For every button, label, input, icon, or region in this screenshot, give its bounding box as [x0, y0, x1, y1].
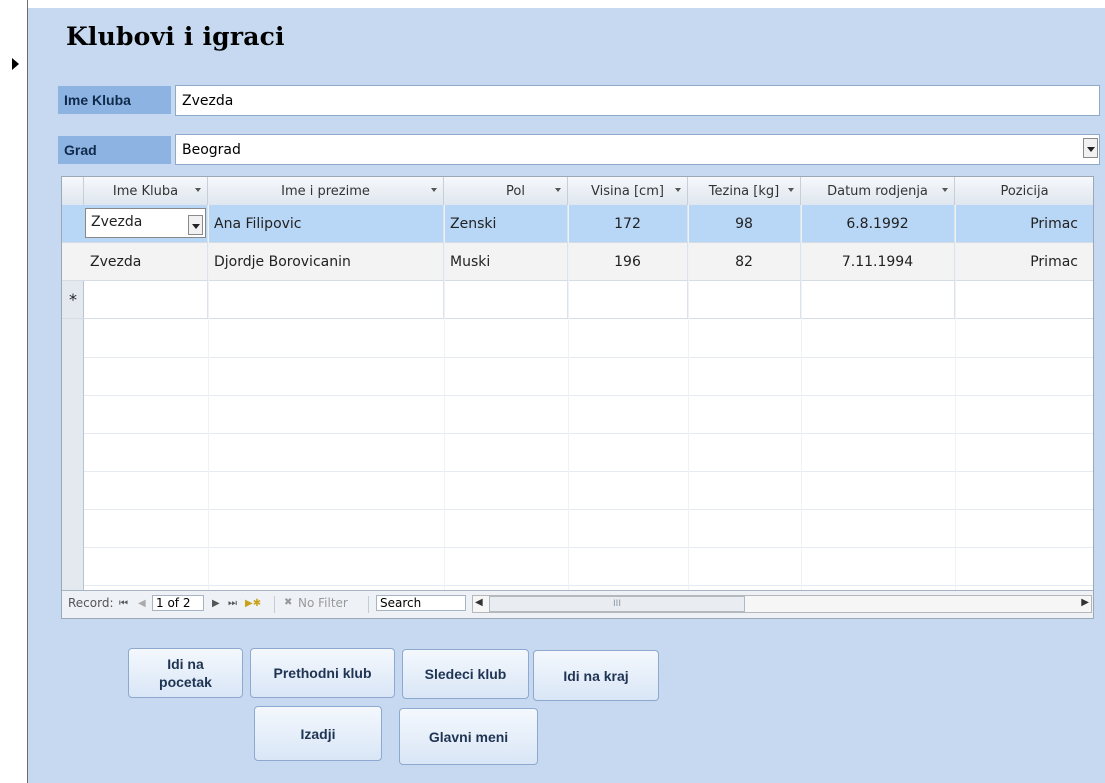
grid-line [801, 205, 802, 591]
new-record-row[interactable]: * [62, 281, 1093, 319]
grid-line [84, 547, 1093, 548]
cell-datum-rodjenja[interactable]: 6.8.1992 [801, 205, 955, 242]
current-record-arrow-icon [12, 58, 19, 70]
go-to-last-button[interactable]: Idi na kraj [533, 650, 659, 701]
cell-dropdown-arrow-icon[interactable] [188, 215, 203, 235]
first-record-icon[interactable]: ⏮ [119, 598, 128, 609]
column-header-tezina[interactable]: Tezina [kg] [688, 177, 801, 205]
record-label: Record: [68, 596, 114, 610]
sort-dropdown-icon[interactable] [555, 188, 561, 192]
cell-pozicija[interactable] [955, 281, 1093, 318]
ime-kluba-field[interactable]: Zvezda [175, 85, 1100, 116]
nav-divider [368, 596, 369, 613]
column-header-pol[interactable]: Pol [444, 177, 568, 205]
cell-tezina[interactable]: 98 [688, 205, 801, 242]
previous-club-button[interactable]: Prethodni klub [250, 648, 395, 698]
ime-kluba-label: Ime Kluba [58, 86, 171, 114]
search-input[interactable]: Search [376, 595, 466, 611]
column-header-ime-kluba[interactable]: Ime Kluba [84, 177, 208, 205]
filter-icon: ✖ [284, 597, 293, 608]
sort-dropdown-icon[interactable] [431, 188, 437, 192]
header-label: Ime i prezime [281, 183, 370, 199]
cell-ime-i-prezime[interactable]: Ana Filipovic [208, 205, 444, 242]
cell-ime-kluba[interactable]: Zvezda [84, 205, 208, 242]
grid-line [688, 205, 689, 591]
cell-pol[interactable]: Muski [444, 243, 568, 280]
current-record-input[interactable]: 1 of 2 [152, 595, 204, 611]
cell-value: Zvezda [91, 214, 143, 230]
grad-label: Grad [58, 136, 171, 164]
new-record-marker: * [69, 290, 77, 309]
column-header-pozicija[interactable]: Pozicija [955, 177, 1093, 205]
last-record-icon[interactable]: ⏭ [228, 598, 237, 609]
grad-value: Beograd [182, 141, 241, 158]
cell-ime-kluba[interactable] [84, 281, 208, 318]
cell-pol[interactable]: Zenski [444, 205, 568, 242]
new-record-icon[interactable]: ▶✱ [245, 598, 261, 609]
grid-line [444, 205, 445, 591]
go-to-first-button[interactable]: Idi na pocetak [128, 648, 243, 698]
grid-line [84, 357, 1093, 358]
sort-dropdown-icon[interactable] [942, 188, 948, 192]
cell-ime-kluba[interactable]: Zvezda [84, 243, 208, 280]
grid-line [208, 205, 209, 591]
header-label: Pol [506, 183, 525, 199]
no-filter-button[interactable]: No Filter [298, 596, 348, 610]
main-menu-button[interactable]: Glavni meni [399, 708, 538, 765]
grad-combobox[interactable]: Beograd [175, 134, 1100, 165]
sort-dropdown-icon[interactable] [195, 188, 201, 192]
record-navigation-bar: Record: ⏮ ◀ 1 of 2 ▶ ⏭ ▶✱ ✖ No Filter Se… [62, 590, 1093, 618]
cell-visina[interactable] [568, 281, 688, 318]
grid-line [568, 205, 569, 591]
cell-tezina[interactable]: 82 [688, 243, 801, 280]
header-label: Ime Kluba [112, 183, 179, 199]
next-record-icon[interactable]: ▶ [212, 598, 220, 609]
sort-dropdown-icon[interactable] [788, 188, 794, 192]
cell-visina[interactable]: 196 [568, 243, 688, 280]
scroll-thumb[interactable]: III [489, 596, 745, 612]
cell-pozicija[interactable]: Primac [955, 243, 1093, 280]
record-selector-bar[interactable] [0, 0, 28, 783]
form-title: Klubovi i igraci [66, 22, 285, 51]
grid-line [84, 509, 1093, 510]
cell-visina[interactable]: 172 [568, 205, 688, 242]
table-row[interactable]: Zvezda Ana Filipovic Zenski 172 98 6.8.1… [62, 205, 1093, 243]
grid-line [84, 395, 1093, 396]
header-label: Pozicija [1000, 183, 1049, 199]
grid-line [84, 433, 1093, 434]
cell-pozicija[interactable]: Primac [955, 205, 1093, 242]
cell-datum-rodjenja[interactable]: 7.11.1994 [801, 243, 955, 280]
cell-ime-i-prezime[interactable] [208, 281, 444, 318]
previous-record-icon[interactable]: ◀ [138, 598, 146, 609]
nav-divider [274, 596, 275, 613]
players-datasheet: Ime Kluba Ime i prezime Pol Visina [cm] … [61, 176, 1094, 619]
form-body: Klubovi i igraci Ime Kluba Zvezda Grad B… [28, 8, 1105, 783]
table-row[interactable]: Zvezda Djordje Borovicanin Muski 196 82 … [62, 243, 1093, 281]
next-club-button[interactable]: Sledeci klub [402, 649, 529, 699]
grid-line [84, 585, 1093, 586]
grid-line [84, 471, 1093, 472]
scroll-left-icon[interactable]: ◀ [475, 597, 483, 608]
horizontal-scrollbar[interactable]: ◀ III ▶ [472, 595, 1092, 613]
column-header-visina[interactable]: Visina [cm] [568, 177, 688, 205]
scroll-right-icon[interactable]: ▶ [1081, 597, 1089, 608]
cell-tezina[interactable] [688, 281, 801, 318]
exit-button[interactable]: Izadji [254, 706, 382, 761]
grid-line [955, 205, 956, 591]
ime-kluba-combobox[interactable]: Zvezda [85, 208, 206, 238]
column-header-ime-i-prezime[interactable]: Ime i prezime [208, 177, 444, 205]
cell-pol[interactable] [444, 281, 568, 318]
select-all-corner[interactable] [62, 177, 84, 205]
header-label: Datum rodjenja [827, 183, 928, 199]
column-header-datum-rodjenja[interactable]: Datum rodjenja [801, 177, 955, 205]
sort-dropdown-icon[interactable] [675, 188, 681, 192]
header-label: Visina [cm] [591, 183, 664, 199]
header-label: Tezina [kg] [708, 183, 780, 199]
grad-dropdown-arrow-icon[interactable] [1083, 138, 1098, 158]
cell-ime-i-prezime[interactable]: Djordje Borovicanin [208, 243, 444, 280]
datasheet-header: Ime Kluba Ime i prezime Pol Visina [cm] … [62, 177, 1093, 206]
cell-datum-rodjenja[interactable] [801, 281, 955, 318]
